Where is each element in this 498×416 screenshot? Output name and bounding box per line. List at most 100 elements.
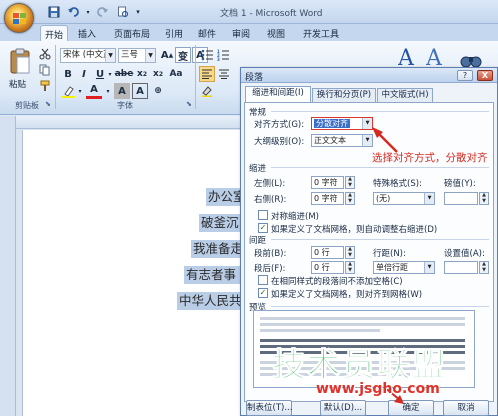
tab-mailings[interactable]: 邮件 (193, 25, 221, 41)
help-icon[interactable]: ? (457, 70, 473, 81)
print-preview-icon[interactable] (114, 4, 131, 20)
shading-icon[interactable] (199, 83, 215, 99)
indent-by-input[interactable] (444, 192, 478, 205)
chevron-down-icon[interactable]: ▼ (424, 262, 434, 273)
change-case-icon[interactable]: Aa (168, 66, 184, 82)
right-indent-input[interactable]: 0 字符 (311, 192, 344, 205)
undo-dropdown-icon[interactable]: ▾ (85, 4, 91, 20)
preview-line (260, 329, 380, 332)
format-painter-icon[interactable] (37, 78, 53, 94)
chevron-down-icon[interactable]: ▾ (76, 83, 84, 99)
tab-page-layout[interactable]: 页面布局 (107, 25, 157, 41)
space-before-value: 0 行 (314, 248, 330, 257)
clipboard-group-label: 剪贴板 (15, 101, 39, 110)
italic-icon[interactable]: I (76, 66, 92, 82)
outline-level-select[interactable]: 正文文本 ▼ (311, 134, 373, 147)
doc-line[interactable]: 中华人民共 (177, 292, 246, 310)
close-icon[interactable]: X (477, 70, 493, 81)
space-after-spinner-icon[interactable]: ▲ ▼ (345, 261, 355, 274)
doc-line[interactable]: 破釜沉 (199, 214, 246, 232)
font-launcher-icon[interactable]: ⬊ (186, 100, 192, 108)
vertical-ruler[interactable] (0, 116, 16, 416)
phonetic-guide-icon[interactable]: 变 (175, 47, 191, 63)
clipboard-launcher-icon[interactable]: ⬊ (45, 100, 51, 108)
char-shading-icon[interactable]: A (114, 83, 130, 99)
annotation-text: 选择对齐方式，分散对齐 (372, 152, 488, 164)
numbering-icon[interactable]: 123 (215, 47, 231, 63)
chevron-down-icon[interactable]: ▾ (104, 83, 112, 99)
font-name-combo[interactable]: 宋体 (中文正) ▼ (60, 48, 116, 63)
chevron-down-icon[interactable]: ▼ (424, 193, 434, 204)
auto-adjust-indent-checkbox[interactable]: ✓ (258, 223, 268, 233)
alignment-value: 分散对齐 (314, 119, 350, 128)
paste-label: 粘贴 (9, 80, 27, 90)
customize-qat-icon[interactable]: ▾ (134, 4, 142, 20)
align-left-icon[interactable] (199, 66, 215, 82)
space-before-spinner-icon[interactable]: ▲ ▼ (345, 246, 355, 259)
paste-button[interactable]: 粘贴 (8, 48, 34, 92)
grow-font-icon[interactable]: A ▲ (159, 47, 175, 63)
bold-icon[interactable]: B (60, 66, 76, 82)
superscript-icon[interactable]: x2 (150, 66, 166, 82)
snap-to-grid-checkbox[interactable]: ✓ (258, 288, 268, 298)
special-indent-select[interactable]: (无) ▼ (373, 192, 435, 205)
space-after-input[interactable]: 0 行 (311, 261, 344, 274)
tab-home[interactable]: 开始 (40, 25, 68, 41)
snap-to-grid-label: 如果定义了文档网格，则对齐到网格(W) (271, 290, 423, 300)
subscript-icon[interactable]: x2 (134, 66, 150, 82)
tab-asian-typography[interactable]: 中文版式(H) (377, 88, 433, 102)
save-icon[interactable] (45, 4, 62, 20)
space-before-label: 段前(B): (254, 249, 287, 259)
font-color-icon[interactable]: A (86, 83, 102, 99)
tab-view[interactable]: 视图 (262, 25, 290, 41)
spacing-at-spinner-icon[interactable]: ▲ ▼ (479, 261, 489, 274)
line-spacing-select[interactable]: 单倍行距 ▼ (373, 261, 435, 274)
chevron-down-icon[interactable]: ▼ (145, 49, 155, 62)
doc-line[interactable]: 我准备走 (191, 240, 246, 258)
tab-review[interactable]: 审阅 (227, 25, 255, 41)
tab-line-page-breaks[interactable]: 换行和分页(P) (312, 88, 376, 102)
char-scaling-icon[interactable]: ⊕ (150, 83, 166, 99)
tab-developer[interactable]: 开发工具 (296, 25, 346, 41)
highlight-icon[interactable] (60, 83, 76, 99)
mirror-indents-checkbox[interactable] (258, 210, 268, 220)
undo-icon[interactable] (65, 4, 82, 20)
tab-insert[interactable]: 插入 (73, 25, 101, 41)
space-after-label: 段后(F): (254, 264, 286, 274)
line-spacing-label: 行距(N): (373, 249, 406, 259)
char-border-icon[interactable]: A (132, 83, 148, 99)
special-indent-label: 特殊格式(S): (373, 179, 422, 189)
doc-line[interactable]: 有志者事 (184, 266, 246, 284)
preview-line (260, 323, 465, 326)
copy-icon[interactable] (37, 62, 53, 78)
right-indent-spinner-icon[interactable]: ▲ ▼ (345, 192, 355, 205)
indent-by-spinner-icon[interactable]: ▲ ▼ (479, 192, 489, 205)
tab-indents-spacing[interactable]: 缩进和间距(I) (245, 86, 311, 103)
font-size-value: 三号 (121, 50, 139, 60)
no-space-same-style-checkbox[interactable] (258, 275, 268, 285)
strikethrough-icon[interactable]: abe (115, 66, 134, 82)
cancel-button[interactable]: 取消 (443, 400, 489, 416)
left-indent-value: 0 字符 (314, 178, 338, 187)
tab-references[interactable]: 引用 (160, 25, 188, 41)
align-center-icon[interactable] (216, 66, 232, 82)
chevron-down-icon[interactable]: ▼ (105, 49, 115, 62)
bullets-icon[interactable] (199, 47, 215, 63)
redo-icon[interactable] (94, 4, 111, 20)
chevron-down-icon[interactable]: ▾ (106, 66, 114, 82)
divider (271, 239, 489, 240)
set-default-button[interactable]: 默认(D)... (320, 400, 366, 416)
left-indent-spinner-icon[interactable]: ▲ ▼ (345, 176, 355, 189)
dialog-title: 段落 (245, 73, 264, 83)
font-size-combo[interactable]: 三号 ▼ (118, 48, 156, 63)
spacing-at-input[interactable] (444, 261, 478, 274)
group-separator (55, 45, 56, 109)
tabs-button[interactable]: 制表位(T)... (246, 400, 292, 416)
cut-icon[interactable] (37, 46, 53, 62)
outline-level-value: 正文文本 (314, 136, 346, 145)
office-button[interactable] (4, 3, 34, 33)
left-indent-input[interactable]: 0 字符 (311, 176, 344, 189)
alignment-select[interactable]: 分散对齐 ▼ (311, 117, 373, 130)
outline-level-label: 大纲级别(O): (254, 137, 305, 147)
space-before-input[interactable]: 0 行 (311, 246, 344, 259)
